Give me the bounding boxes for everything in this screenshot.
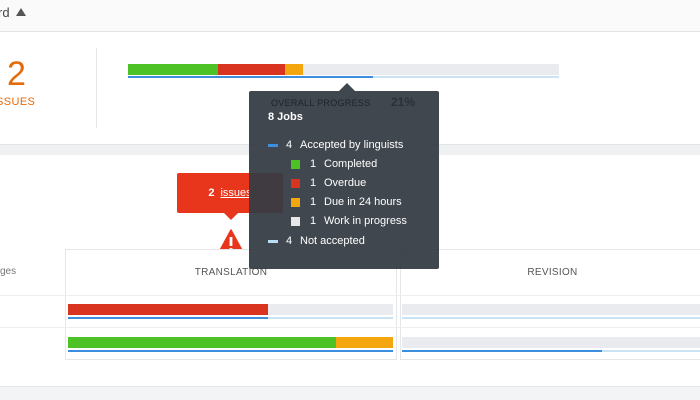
overdue-count: 1: [310, 177, 317, 189]
issues-link[interactable]: issues: [220, 187, 251, 199]
bar-segment-overdue: [217, 64, 285, 75]
column-header-revision: REVISION: [527, 267, 578, 278]
dash-icon: [268, 239, 278, 243]
square-icon: [291, 216, 300, 226]
translation-bar-row-1[interactable]: [68, 304, 393, 315]
overall-progress-bar[interactable]: [128, 64, 559, 75]
due24-count: 1: [310, 196, 317, 208]
accepted-label: Accepted by linguists: [300, 139, 404, 151]
overall-progress-label: OVERALL PROGRESS: [271, 98, 371, 108]
translation-accepted-track-row-2: [68, 350, 393, 352]
dash-icon: [268, 143, 278, 147]
square-icon: [291, 178, 300, 188]
divider: [96, 48, 97, 128]
jobs-count: 8 Jobs: [268, 111, 303, 123]
caret-up-icon: [15, 8, 26, 16]
accepted-progress-fill: [68, 350, 393, 352]
overdue-label: Overdue: [324, 177, 367, 189]
due24-label: Due in 24 hours: [324, 196, 402, 208]
accepted-progress-fill: [402, 350, 603, 352]
revision-bar-row-1[interactable]: [402, 304, 700, 315]
bar-segment-completed: [68, 337, 337, 348]
row-divider: [0, 295, 700, 296]
legend-not-accepted: 4 Not accepted: [268, 235, 365, 247]
completed-label: Completed: [324, 158, 378, 170]
legend-overdue: 1 Overdue: [291, 177, 366, 189]
row-header-label: ges: [0, 266, 17, 277]
issues-count[interactable]: 2: [7, 55, 26, 93]
legend-accepted: 4 Accepted by linguists: [268, 139, 403, 151]
wip-label: Work in progress: [324, 215, 407, 227]
bottom-strip: [0, 388, 700, 400]
square-icon: [291, 197, 300, 207]
legend-wip: 1 Work in progress: [291, 215, 407, 227]
legend-due24: 1 Due in 24 hours: [291, 196, 402, 208]
revision-accepted-track-row-1: [402, 317, 700, 319]
accepted-progress-track: [128, 76, 559, 78]
revision-accepted-track-row-2: [402, 350, 700, 352]
accepted-progress-fill: [68, 317, 268, 319]
bar-segment-remaining: [303, 64, 559, 75]
accepted-count: 4: [286, 139, 293, 151]
completed-count: 1: [310, 158, 317, 170]
progress-tooltip: OVERALL PROGRESS 21% 8 Jobs 4 Accepted b…: [249, 83, 439, 269]
bar-segment-completed: [128, 64, 218, 75]
bar-segment-due24: [285, 64, 304, 75]
row-divider: [0, 327, 700, 328]
legend-completed: 1 Completed: [291, 158, 377, 170]
bar-segment-due24: [336, 337, 393, 348]
wip-count: 1: [310, 215, 317, 227]
bar-segment-overdue: [68, 304, 268, 315]
translation-accepted-track-row-1: [68, 317, 393, 319]
accepted-progress-fill: [128, 76, 374, 78]
dashboard-toggle[interactable]: rd: [0, 5, 26, 20]
translation-bar-row-2[interactable]: [68, 337, 393, 348]
revision-bar-row-2[interactable]: [402, 337, 700, 348]
not-accepted-label: Not accepted: [300, 235, 365, 247]
not-accepted-count: 4: [286, 235, 293, 247]
dashboard-title: rd: [0, 5, 10, 20]
overall-progress-percent: 21%: [391, 95, 416, 109]
callout-count: 2: [208, 187, 215, 199]
dashboard-header: rd: [0, 0, 700, 32]
issues-label: SSUES: [0, 96, 36, 108]
square-icon: [291, 159, 300, 169]
